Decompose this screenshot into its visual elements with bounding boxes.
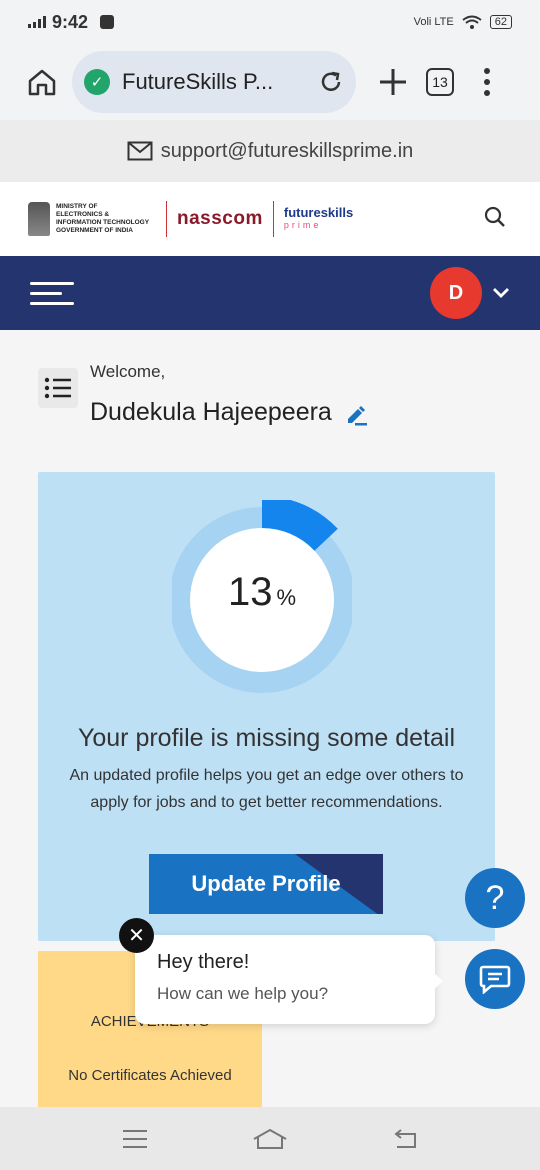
fsp-sub: prime xyxy=(283,220,322,230)
url-text: FutureSkills P... xyxy=(122,69,274,94)
back-icon[interactable] xyxy=(391,1128,419,1150)
new-tab-button[interactable] xyxy=(368,57,418,107)
address-bar[interactable]: ✓ FutureSkills P... xyxy=(72,51,356,113)
update-profile-label: Update Profile xyxy=(191,871,341,896)
plus-icon xyxy=(380,69,406,95)
chat-prompt: How can we help you? xyxy=(157,984,329,1003)
support-email-link[interactable]: support@futureskillsprime.in xyxy=(161,140,414,163)
chat-greeting-popup[interactable]: Hey there! How can we help you? xyxy=(135,935,443,1024)
search-icon xyxy=(484,206,505,227)
search-button[interactable] xyxy=(484,206,506,233)
fsp-name: futureskills xyxy=(283,205,354,220)
battery-indicator: 62 xyxy=(489,15,512,29)
recent-apps-icon[interactable] xyxy=(121,1129,149,1149)
browser-toolbar: ✓ FutureSkills P... 13 xyxy=(0,44,540,120)
reload-icon[interactable] xyxy=(318,69,344,95)
update-profile-button[interactable]: Update Profile xyxy=(149,854,383,914)
chat-icon xyxy=(479,965,511,994)
main-nav-bar: D xyxy=(0,256,540,330)
home-icon xyxy=(28,69,56,96)
close-icon[interactable]: ✕ xyxy=(119,918,154,953)
browser-home-button[interactable] xyxy=(16,56,68,108)
nasscom-logo[interactable]: nasscom xyxy=(177,208,263,230)
status-bar: 9:42 Voli LTE 62 xyxy=(0,0,540,44)
welcome-label: Welcome, xyxy=(90,362,166,381)
help-button[interactable]: ? xyxy=(465,868,525,928)
futureskills-prime-logo[interactable]: futureskills prime xyxy=(283,205,354,231)
national-emblem-icon xyxy=(28,202,50,236)
profile-card-description: An updated profile helps you get an edge… xyxy=(69,767,464,811)
meity-logo[interactable]: MINISTRY OF ELECTRONICS & INFORMATION TE… xyxy=(28,202,156,236)
hamburger-menu-button[interactable] xyxy=(30,281,74,305)
profile-completion-card: 13% Your profile is missing some detail … xyxy=(38,472,495,941)
profile-percent: 13% xyxy=(172,570,352,615)
browser-menu-button[interactable] xyxy=(472,57,502,107)
secure-shield-icon: ✓ xyxy=(84,69,110,95)
edit-pencil-icon[interactable] xyxy=(345,404,369,426)
system-navigation-bar xyxy=(0,1107,540,1170)
notification-icon xyxy=(100,15,115,29)
chat-button[interactable] xyxy=(465,949,525,1009)
meity-line: GOVERNMENT OF INDIA xyxy=(56,227,133,234)
list-icon xyxy=(44,377,71,399)
tab-switcher-button[interactable]: 13 xyxy=(426,68,454,96)
network-label: Voli LTE xyxy=(413,16,454,28)
home-icon[interactable] xyxy=(252,1127,288,1151)
meity-line: ELECTRONICS & xyxy=(56,211,110,218)
meity-line: MINISTRY OF xyxy=(56,203,98,210)
wifi-icon xyxy=(462,15,482,29)
chat-greeting: Hey there! xyxy=(157,951,250,973)
profile-card-title: Your profile is missing some detail xyxy=(77,724,456,752)
dashboard-menu-button[interactable] xyxy=(38,368,78,408)
chevron-down-icon[interactable] xyxy=(492,287,510,299)
status-time: 9:42 xyxy=(52,11,89,32)
percent-value: 13 xyxy=(227,570,273,614)
support-strip: support@futureskillsprime.in xyxy=(0,120,540,182)
achievements-empty-text: No Certificates Achieved xyxy=(68,1067,232,1084)
user-name: Dudekula Hajeepeera xyxy=(90,398,332,426)
percent-symbol: % xyxy=(276,585,297,610)
user-avatar[interactable]: D xyxy=(430,267,482,319)
signal-icon xyxy=(28,16,46,28)
logo-header: MINISTRY OF ELECTRONICS & INFORMATION TE… xyxy=(0,182,540,256)
mail-icon xyxy=(127,141,153,161)
logo-divider xyxy=(272,201,274,237)
meity-line: INFORMATION TECHNOLOGY xyxy=(56,219,150,226)
logo-divider xyxy=(166,201,167,237)
